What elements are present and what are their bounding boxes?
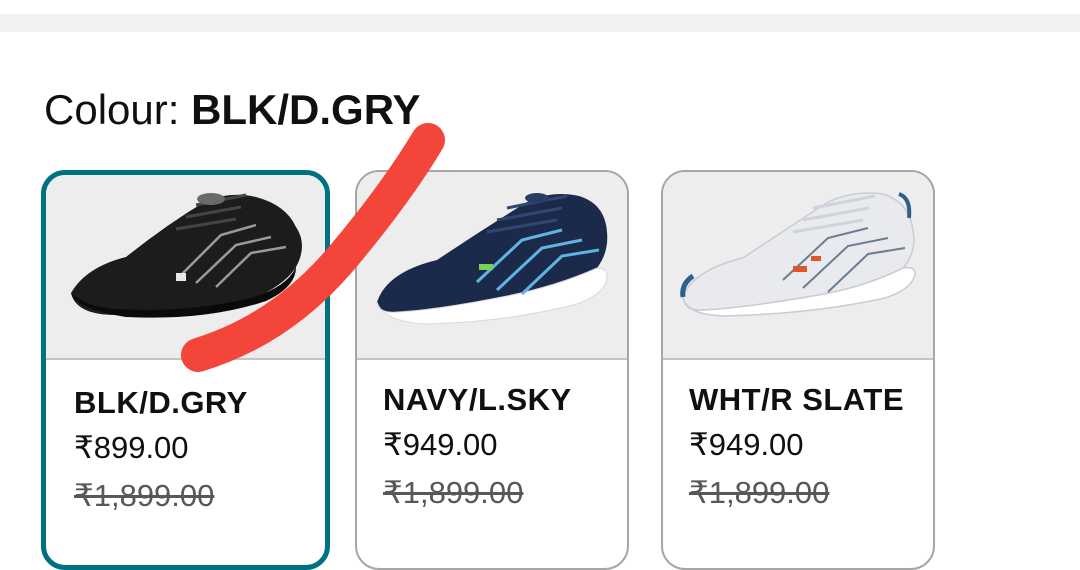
swatch-mrp: ₹1,899.00 bbox=[689, 475, 830, 510]
colour-swatch-wht-rslate[interactable]: WHT/R SLATE ₹949.00 ₹1,899.00 bbox=[661, 170, 935, 570]
shoe-image-navy bbox=[357, 172, 627, 360]
swatch-mrp: ₹1,899.00 bbox=[383, 475, 524, 510]
swatch-mrp: ₹1,899.00 bbox=[74, 478, 215, 513]
white-shoe-icon bbox=[680, 192, 916, 317]
swatch-name: WHT/R SLATE bbox=[689, 382, 905, 417]
swatch-name: BLK/D.GRY bbox=[74, 385, 248, 420]
top-divider-bar bbox=[0, 14, 1080, 32]
swatch-price: ₹949.00 bbox=[383, 427, 498, 462]
swatch-name: NAVY/L.SKY bbox=[383, 382, 572, 417]
colour-swatch-blk-dgry[interactable]: BLK/D.GRY ₹899.00 ₹1,899.00 bbox=[41, 170, 330, 570]
colour-label: Colour: bbox=[44, 86, 192, 133]
colour-heading: Colour: BLK/D.GRY bbox=[44, 84, 421, 136]
black-shoe-icon bbox=[71, 193, 302, 318]
swatch-price: ₹949.00 bbox=[689, 427, 804, 462]
shoe-image-white bbox=[663, 172, 933, 360]
selected-colour-value: BLK/D.GRY bbox=[191, 86, 421, 133]
navy-shoe-icon bbox=[376, 193, 608, 325]
shoe-image-black bbox=[46, 175, 325, 360]
colour-swatch-navy-lsky[interactable]: NAVY/L.SKY ₹949.00 ₹1,899.00 bbox=[355, 170, 629, 570]
swatch-price: ₹899.00 bbox=[74, 430, 189, 465]
